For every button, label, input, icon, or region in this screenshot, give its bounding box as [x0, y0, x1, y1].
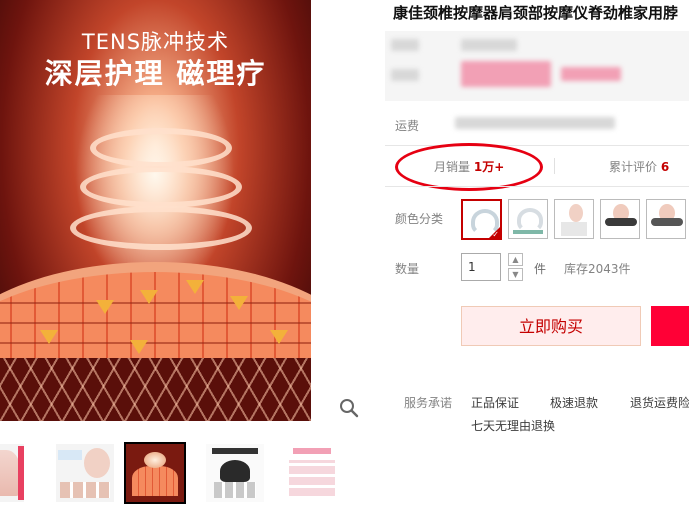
image-subheadline: 深层护理 磁理疗: [44, 57, 267, 90]
buy-now-button[interactable]: 立即购买: [461, 306, 641, 346]
color-label: 颜色分类: [395, 212, 444, 226]
total-reviews-label: 累计评价: [609, 160, 658, 174]
thumbnail-image[interactable]: [0, 444, 24, 502]
color-option[interactable]: [646, 199, 686, 239]
mesh-pattern: [0, 358, 311, 421]
shipping-label: 运费: [395, 119, 420, 133]
service-item[interactable]: 正品保证: [471, 394, 519, 411]
pulse-arrow-icon: [40, 330, 58, 344]
pulse-arrow-icon: [96, 300, 114, 314]
thumbnail-image[interactable]: [206, 444, 264, 502]
price-box-blurred: [385, 31, 689, 101]
product-title: 康佳颈椎按摩器肩颈部按摩仪脊劲椎家用脖: [393, 4, 679, 22]
pulse-arrow-icon: [130, 340, 148, 354]
check-icon: ✓: [492, 230, 499, 239]
shipping-info-blurred: [455, 117, 615, 129]
thumbnail-image-selected[interactable]: [124, 442, 186, 504]
color-option-selected[interactable]: ✓: [461, 199, 502, 240]
total-reviews-value: 6: [660, 160, 670, 174]
decrease-quantity-button[interactable]: ▼: [508, 268, 523, 281]
zoom-icon[interactable]: [338, 397, 360, 419]
color-option[interactable]: [554, 199, 594, 239]
main-product-image[interactable]: TENS脉冲技术 深层护理 磁理疗: [0, 0, 311, 421]
pulse-arrow-icon: [186, 280, 204, 294]
service-item[interactable]: 退货运费险: [630, 394, 689, 411]
total-reviews[interactable]: 累计评价 6: [609, 158, 669, 175]
service-item[interactable]: 七天无理由退换: [471, 417, 555, 434]
stock-count: 库存2043件: [564, 262, 631, 276]
device-ring: [70, 206, 252, 250]
quantity-input[interactable]: 1: [461, 253, 501, 281]
thumbnail-image[interactable]: [56, 444, 114, 502]
increase-quantity-button[interactable]: ▲: [508, 253, 523, 266]
service-label: 服务承诺: [404, 396, 453, 410]
add-to-cart-button[interactable]: [651, 306, 689, 346]
pulse-arrow-icon: [140, 290, 158, 304]
color-option[interactable]: [508, 199, 548, 239]
device-ring: [80, 166, 242, 208]
service-item[interactable]: 极速退款: [550, 394, 598, 411]
pulse-arrow-icon: [230, 296, 248, 310]
divider: [554, 158, 555, 174]
device-ring: [90, 128, 232, 168]
highlight-circle-annotation: [395, 143, 543, 191]
divider: [385, 186, 689, 187]
thumbnail-image[interactable]: [283, 444, 341, 502]
quantity-unit: 件: [534, 262, 547, 276]
color-option[interactable]: [600, 199, 640, 239]
pulse-arrow-icon: [270, 330, 288, 344]
quantity-label: 数量: [395, 262, 420, 276]
